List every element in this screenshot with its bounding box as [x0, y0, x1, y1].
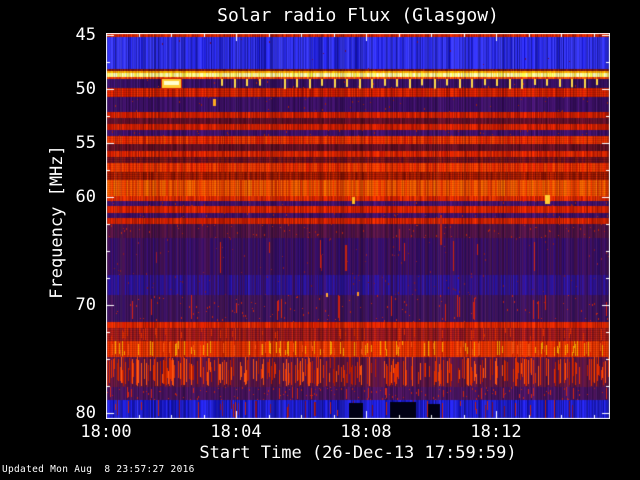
chart-title: Solar radio Flux (Glasgow): [217, 5, 499, 26]
y-tick-label: 50: [75, 79, 96, 99]
updated-timestamp: Updated Mon Aug 8 23:57:27 2016: [2, 464, 195, 475]
spectrogram-figure: Solar radio Flux (Glasgow) Frequency [MH…: [0, 0, 640, 480]
y-tick-label: 45: [75, 25, 96, 45]
x-tick-label: 18:00: [80, 422, 132, 442]
spectrogram-plot: [106, 33, 610, 419]
y-tick-label: 60: [75, 187, 96, 207]
x-axis-title: Start Time (26-Dec-13 17:59:59): [199, 443, 517, 463]
x-tick-label: 18:08: [340, 422, 392, 442]
y-tick-label: 70: [75, 295, 96, 315]
x-tick-label: 18:04: [210, 422, 262, 442]
y-tick-label: 55: [75, 133, 96, 153]
x-tick-label: 18:12: [470, 422, 522, 442]
y-axis-title: Frequency [MHz]: [47, 145, 67, 299]
y-tick-label: 80: [75, 403, 96, 423]
